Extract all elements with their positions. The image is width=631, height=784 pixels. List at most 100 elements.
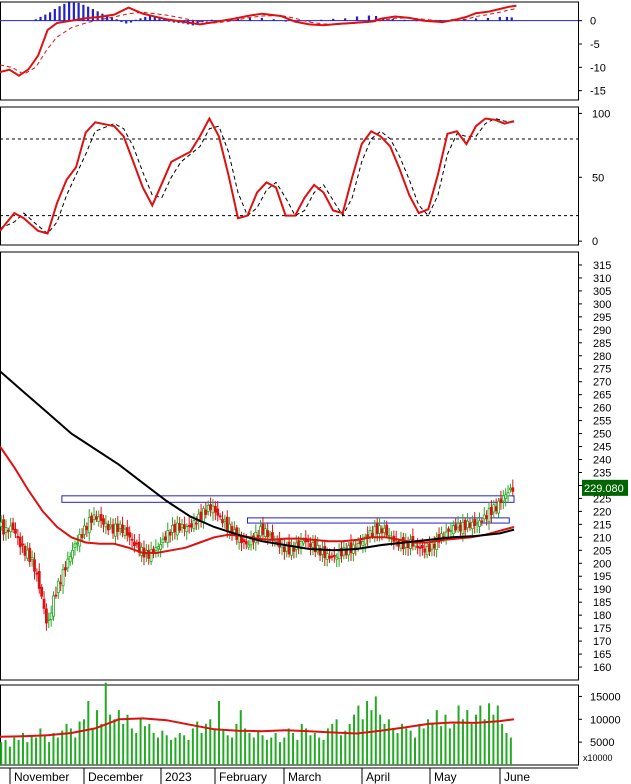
macd-histogram-bar xyxy=(48,12,52,21)
price-tick-label: 285 xyxy=(593,338,611,350)
volume-bar xyxy=(26,742,29,765)
volume-bar xyxy=(157,737,160,765)
candle-body xyxy=(202,508,205,523)
candle-body xyxy=(14,528,17,534)
month-label: May xyxy=(434,770,457,784)
candle-body xyxy=(40,586,44,597)
volume-tick-label: 15000 xyxy=(590,691,621,703)
stoch-tick-label: 100 xyxy=(592,108,610,120)
candle-body xyxy=(163,536,167,541)
price-tick-label: 175 xyxy=(593,623,611,635)
price-tick-label: 235 xyxy=(593,467,611,479)
resistance-zone xyxy=(61,495,515,503)
macd-histogram-bar xyxy=(144,16,147,21)
candle-body xyxy=(133,541,136,547)
volume-bar xyxy=(126,714,129,765)
candle-body xyxy=(9,525,13,533)
candle-body xyxy=(92,514,96,521)
price-tick-label: 185 xyxy=(593,597,611,609)
volume-bar xyxy=(509,737,512,765)
macd-histogram-bar xyxy=(284,20,287,22)
macd-tick-label: -10 xyxy=(590,62,606,74)
volume-tick-label: 5000 xyxy=(590,737,614,749)
candle-body xyxy=(489,507,493,516)
volume-bar xyxy=(252,737,255,765)
candle-body xyxy=(178,523,182,531)
volume-bar xyxy=(152,733,155,765)
volume-bar xyxy=(265,739,268,765)
volume-bar xyxy=(30,735,33,765)
volume-bar xyxy=(457,705,460,765)
volume-bar xyxy=(143,726,146,765)
month-label: February xyxy=(219,770,267,784)
volume-bar xyxy=(392,728,395,765)
macd-histogram-bar xyxy=(148,16,152,21)
candle-body xyxy=(116,523,120,532)
volume-bar xyxy=(74,737,77,765)
volume-bar xyxy=(217,701,220,765)
volume-bar xyxy=(361,719,364,765)
macd-histogram-bar xyxy=(367,15,371,21)
month-label: March xyxy=(288,770,321,784)
candle-body xyxy=(28,547,32,562)
macd-histogram-bar xyxy=(344,18,347,21)
candle-body xyxy=(171,525,174,533)
price-tick-label: 220 xyxy=(593,506,611,518)
macd-histogram-bar xyxy=(68,2,71,21)
candle-body xyxy=(268,533,272,536)
candle-body xyxy=(64,567,67,571)
volume-bar xyxy=(244,728,247,765)
volume-bar xyxy=(39,728,42,765)
volume-bar xyxy=(135,733,138,765)
candle-body xyxy=(194,522,198,525)
candle-body xyxy=(444,531,448,538)
volume-bar xyxy=(248,733,251,765)
candle-body xyxy=(325,553,329,560)
volume-bar xyxy=(322,739,325,765)
candle-body xyxy=(125,527,129,536)
volume-bar xyxy=(278,742,281,765)
macd-histogram-bar xyxy=(391,18,394,21)
candle-body xyxy=(480,520,484,523)
volume-bar xyxy=(387,719,390,765)
volume-bar xyxy=(213,728,216,765)
volume-bar xyxy=(505,733,508,765)
volume-bar xyxy=(353,714,356,765)
macd-tick-label: -15 xyxy=(590,86,606,98)
price-panel: 3153103053002952902852802752702652602552… xyxy=(0,251,628,681)
volume-bar xyxy=(13,737,16,765)
price-tick-label: 260 xyxy=(593,403,611,415)
candle-body xyxy=(2,519,5,535)
candle-body xyxy=(454,524,458,531)
candle-body xyxy=(492,504,496,513)
candle-body xyxy=(199,511,203,520)
volume-bar xyxy=(196,721,199,765)
candle-body xyxy=(266,530,270,538)
macd-histogram-bar xyxy=(210,19,213,21)
volume-bar xyxy=(287,728,290,765)
candle-body xyxy=(306,540,310,542)
volume-bar xyxy=(200,733,203,765)
macd-histogram-bar xyxy=(505,16,509,21)
candle-body xyxy=(56,580,60,593)
candle-body xyxy=(511,487,515,492)
candle-body xyxy=(66,558,70,569)
candle-body xyxy=(180,524,184,528)
macd-histogram-bar xyxy=(474,18,478,21)
volume-bar xyxy=(170,739,173,765)
volume-bar xyxy=(165,735,168,765)
candle-body xyxy=(425,545,429,556)
candle-body xyxy=(244,540,248,545)
volume-bar xyxy=(496,705,499,765)
candle-body xyxy=(83,525,86,535)
price-tick-label: 245 xyxy=(593,442,611,454)
volume-bar xyxy=(222,730,225,765)
volume-bar xyxy=(61,730,64,765)
stoch-tick-label: 0 xyxy=(592,236,598,248)
volume-bar xyxy=(335,719,338,765)
candle-body xyxy=(261,523,265,535)
candle-body xyxy=(287,541,291,555)
candle-body xyxy=(501,495,505,502)
volume-unit-label: x10000 xyxy=(583,753,613,763)
volume-bar xyxy=(130,728,133,765)
